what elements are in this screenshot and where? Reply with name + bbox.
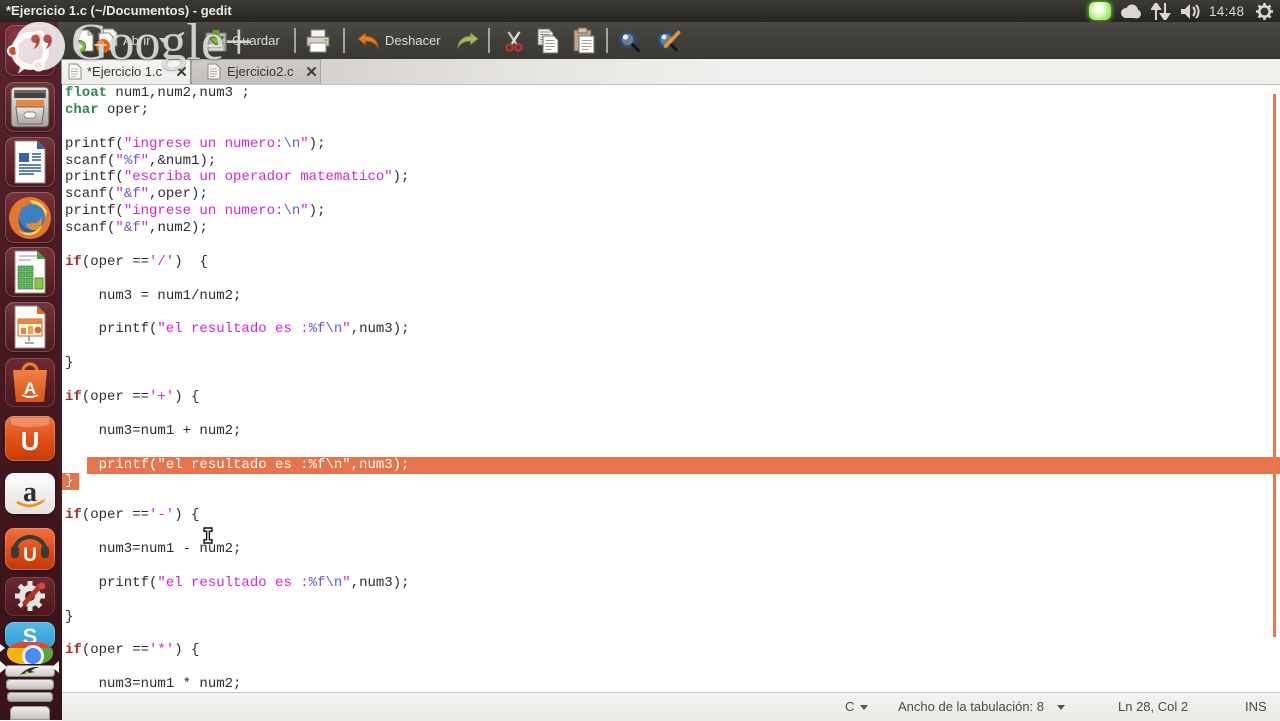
svg-text:A: A [24,379,36,398]
svg-text:a: a [23,477,37,508]
svg-text:U: U [21,426,40,456]
svg-text:U: U [23,545,37,566]
